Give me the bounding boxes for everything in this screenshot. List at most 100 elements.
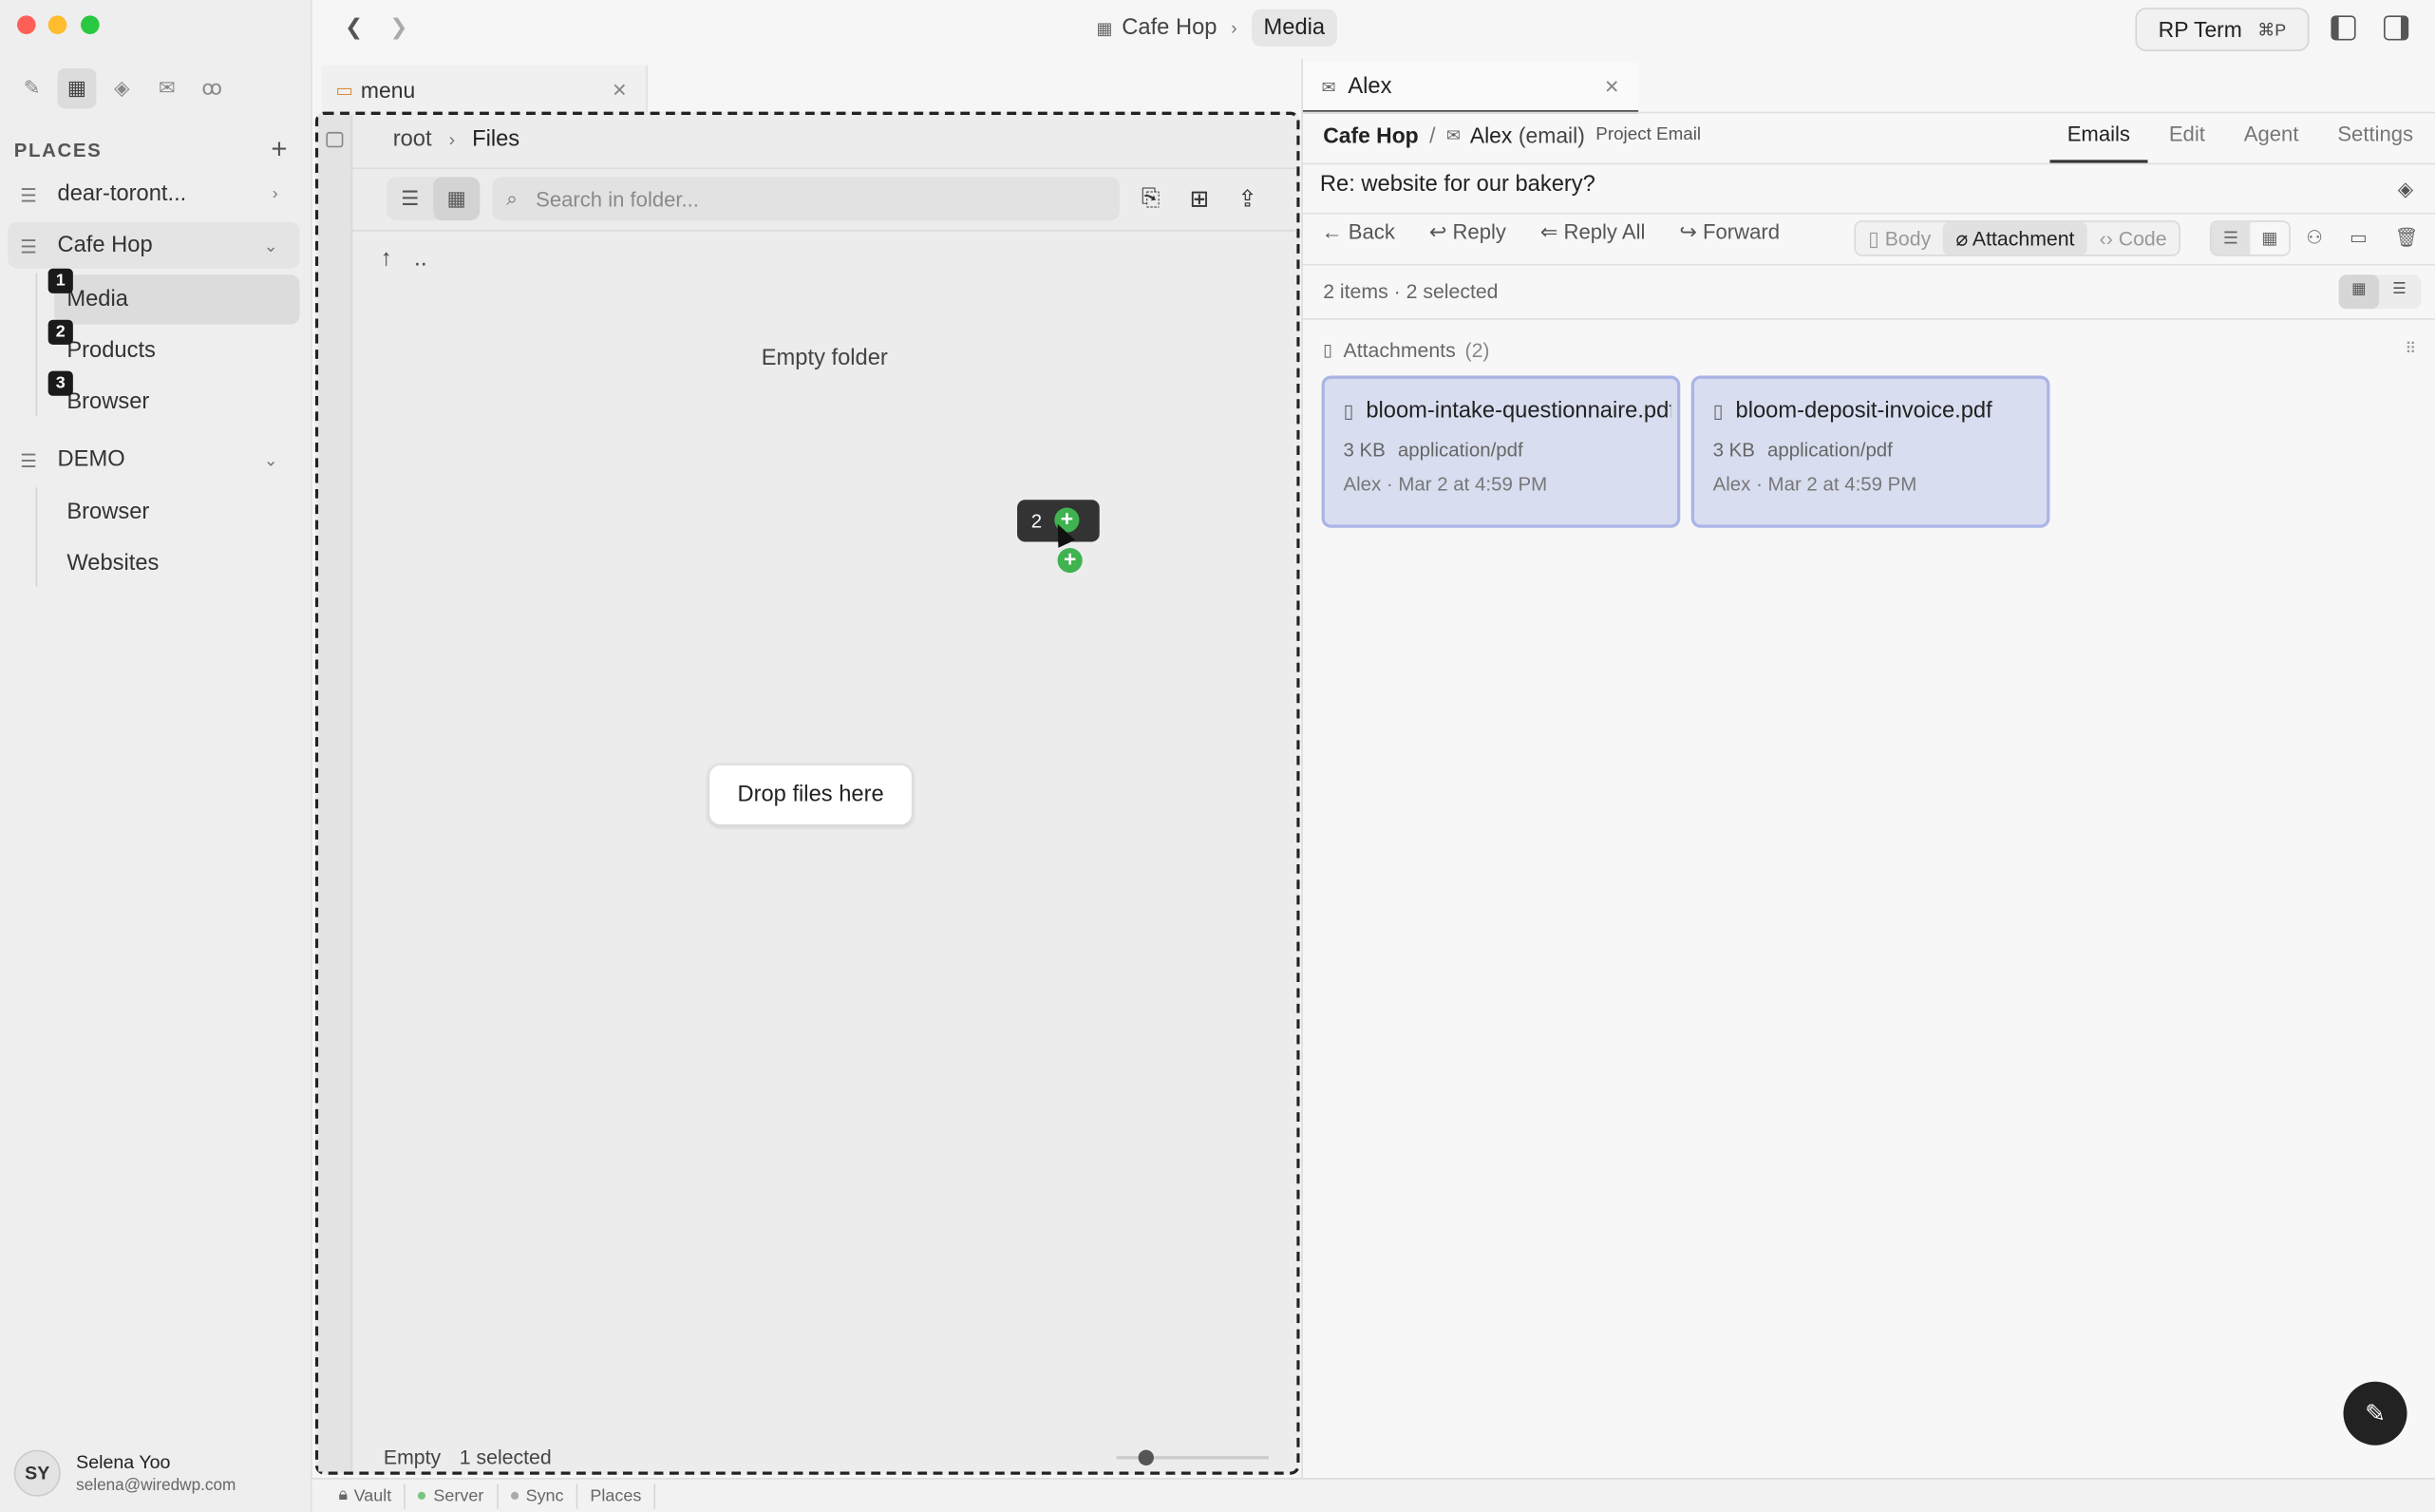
sidebar-item-browser[interactable]: Browser: [54, 487, 299, 537]
view-toggle: ☰ ▦: [387, 177, 481, 221]
minimize-window-button[interactable]: [47, 15, 67, 34]
folder-icon: ▭: [335, 78, 353, 101]
reply-label: Reply: [1452, 220, 1506, 244]
attachment-name: bloom-deposit-invoice.pdf: [1735, 399, 1992, 425]
breadcrumb-item-suffix: (email): [1518, 123, 1585, 148]
body-view-button[interactable]: ▯ Body: [1856, 222, 1943, 255]
upload-icon[interactable]: ⇪: [1237, 185, 1257, 213]
status-label: Sync: [525, 1486, 564, 1505]
drop-zone[interactable]: root › Files ☰ ▦ ⌕ Search in folder... ⎘…: [314, 111, 1300, 1475]
tab-agent[interactable]: Agent: [2227, 110, 2316, 163]
toggle-left-panel-icon[interactable]: [2331, 15, 2356, 41]
attachments-count: (2): [1464, 338, 1490, 362]
folder-path: root › Files: [393, 127, 519, 152]
parent-folder-row[interactable]: ↑ ..: [381, 245, 427, 272]
divider: [1302, 162, 2435, 165]
pencil-icon: ✎: [2365, 1401, 2386, 1427]
tab-edit[interactable]: Edit: [2152, 110, 2222, 163]
new-folder-icon[interactable]: ⊞: [1190, 185, 1210, 213]
forward-button[interactable]: ↪ Forward: [1679, 220, 1780, 245]
slider-handle[interactable]: [1138, 1449, 1154, 1465]
close-tab-icon[interactable]: ✕: [612, 79, 627, 101]
chevron-down-icon[interactable]: ⌄: [264, 236, 278, 255]
shortcut-badge: 3: [47, 370, 73, 396]
status-places[interactable]: Places: [577, 1483, 656, 1508]
layout-icon[interactable]: ▦: [57, 67, 97, 109]
app-status-bar: 🔒︎ Vault Server Sync Places: [311, 1478, 2435, 1512]
grid-view-icon[interactable]: ▦: [433, 177, 481, 221]
list-view-icon[interactable]: ☰: [2211, 221, 2251, 255]
breadcrumb-separator: /: [1429, 123, 1436, 148]
mail-icon: ✉: [1321, 79, 1336, 98]
back-button[interactable]: ← Back: [1322, 220, 1395, 245]
breadcrumb-current[interactable]: Media: [1251, 9, 1338, 47]
drag-handle-icon[interactable]: ⠿: [2405, 342, 2416, 359]
item-type-label: Project Email: [1595, 125, 1702, 145]
zoom-window-button[interactable]: [81, 15, 100, 34]
status-sync[interactable]: Sync: [498, 1483, 578, 1508]
toggle-right-panel-icon[interactable]: [2384, 15, 2409, 41]
top-bar: ❮ ❯ ▦ Cafe Hop › Media RP Term ⌘P: [311, 0, 2435, 60]
attachment-card[interactable]: ▯ bloom-deposit-invoice.pdf 3 KB applicati…: [1690, 375, 2050, 528]
path-current[interactable]: Files: [472, 127, 519, 152]
zoom-slider[interactable]: [1116, 1449, 1269, 1465]
chevron-down-icon[interactable]: ⌄: [264, 449, 278, 470]
place-cafe-hop[interactable]: ☰ Cafe Hop ⌄: [8, 221, 300, 269]
forward-arrow-icon[interactable]: ❯: [389, 14, 407, 41]
sidebar-item-browser[interactable]: Browser: [54, 377, 299, 426]
tab-menu[interactable]: ▭ menu ✕: [321, 65, 648, 114]
email-actions: ← Back ↩ Reply ⇐ Reply All ↪ Forward: [1322, 220, 1780, 245]
sidebar-item-products[interactable]: Products: [54, 326, 299, 375]
people-icon[interactable]: ⚇: [2306, 227, 2323, 249]
place-demo[interactable]: ☰ DEMO ⌄: [8, 436, 299, 482]
tab-settings[interactable]: Settings: [2320, 110, 2430, 163]
path-root[interactable]: root: [393, 127, 432, 152]
attachment-view-button[interactable]: ⌀ Attachment: [1943, 221, 2087, 255]
back-arrow-icon[interactable]: ❮: [345, 14, 363, 41]
search-input[interactable]: ⌕ Search in folder...: [492, 177, 1120, 221]
chevron-right-icon: ›: [448, 128, 456, 151]
sidebar-item-websites[interactable]: Websites: [54, 539, 299, 588]
chevron-right-icon[interactable]: ›: [273, 185, 278, 204]
add-place-icon[interactable]: +: [271, 134, 289, 166]
sidebar-toggle-icon[interactable]: [326, 131, 344, 148]
reply-button[interactable]: ↩ Reply: [1429, 220, 1506, 245]
trash-icon[interactable]: 🗑: [2394, 227, 2418, 249]
archive-icon[interactable]: ▭: [2350, 227, 2368, 249]
sidebar-item-media[interactable]: Media: [54, 274, 300, 325]
code-view-button[interactable]: ‹› Code: [2087, 222, 2180, 255]
breadcrumb-item[interactable]: Alex: [1470, 123, 1513, 147]
mail-icon[interactable]: ✉: [147, 68, 186, 108]
list-view-icon[interactable]: ☰: [387, 177, 433, 220]
folder-state: Empty: [383, 1445, 442, 1469]
divider: [1302, 212, 2435, 215]
pin-icon[interactable]: ✎: [12, 68, 51, 108]
layers-icon[interactable]: ◈: [2398, 177, 2413, 201]
place-dear-toronto[interactable]: ☰ dear-toront... ›: [8, 171, 299, 217]
tab-alex[interactable]: ✉ Alex ✕: [1302, 62, 1639, 114]
sidebar: ✎ ▦ ◈ ✉ ꝏ PLACES + ☰ dear-toront... › ☰ …: [0, 0, 312, 1512]
reply-all-button[interactable]: ⇐ Reply All: [1540, 220, 1646, 245]
binoculars-icon[interactable]: ꝏ: [193, 68, 232, 108]
attachment-card[interactable]: ▯ bloom-intake-questionnaire.pdf 3 KB appl…: [1321, 375, 1681, 528]
database-icon: ☰: [20, 450, 37, 472]
close-tab-icon[interactable]: ✕: [1604, 75, 1619, 97]
status-vault[interactable]: 🔒︎ Vault: [326, 1483, 406, 1508]
new-file-icon[interactable]: ⎘: [1142, 185, 1161, 212]
lock-icon: 🔒︎: [338, 1485, 349, 1504]
file-browser-pane: ▭ menu ✕ root › Files ☰ ▦ ⌕ Search in fo…: [312, 59, 1302, 1478]
breadcrumb-item[interactable]: Cafe Hop: [1122, 15, 1217, 40]
rp-term-button[interactable]: RP Term ⌘P: [2135, 8, 2310, 51]
grid-view-icon[interactable]: ▦: [2338, 274, 2380, 310]
user-name: Selena Yoo: [76, 1451, 171, 1474]
compose-button[interactable]: ✎: [2343, 1381, 2407, 1446]
tab-emails[interactable]: Emails: [2049, 110, 2147, 163]
calendar-view-icon[interactable]: ▦: [2250, 222, 2289, 255]
breadcrumb-place[interactable]: Cafe Hop: [1323, 123, 1418, 147]
layers-icon[interactable]: ◈: [103, 68, 142, 108]
list-view-icon[interactable]: ☰: [2379, 274, 2420, 309]
forward-label: Forward: [1703, 220, 1780, 244]
user-profile[interactable]: SY Selena Yoo selena@wiredwp.com: [13, 1449, 236, 1497]
status-server[interactable]: Server: [406, 1483, 499, 1508]
close-window-button[interactable]: [16, 15, 36, 34]
